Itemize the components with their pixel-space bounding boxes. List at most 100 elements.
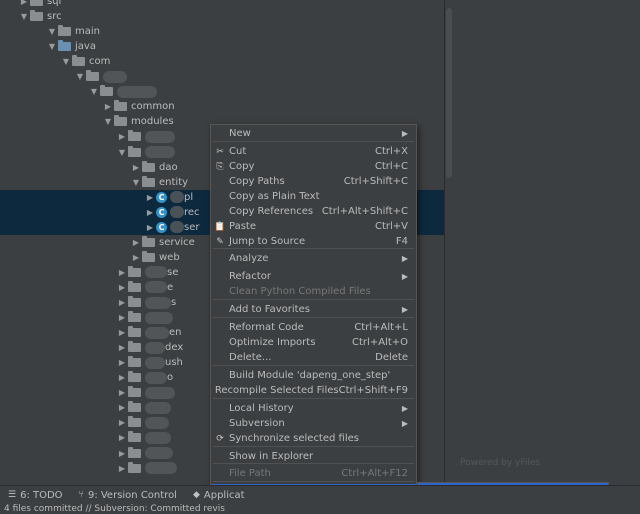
collapse-arrow-icon[interactable]: ▼	[102, 114, 114, 129]
menu-item-reformat-code[interactable]: Reformat Code Ctrl+Alt+L	[211, 320, 416, 335]
version-control-label: 9: Version Control	[87, 489, 177, 501]
menu-item-optimize-imports[interactable]: Optimize Imports Ctrl+Alt+O	[211, 335, 416, 350]
folder-icon	[72, 55, 85, 67]
tree-item[interactable]: ▼ com	[0, 54, 444, 69]
class-icon: C	[156, 191, 167, 203]
tree-item[interactable]: ▼	[0, 69, 444, 84]
expand-arrow-icon[interactable]: ▶	[116, 430, 128, 445]
tree-item[interactable]: ▼ java	[0, 39, 444, 54]
collapse-arrow-icon[interactable]: ▼	[46, 24, 58, 39]
expand-arrow-icon[interactable]: ▶	[116, 461, 128, 476]
menu-item-label: New	[229, 128, 251, 139]
tree-item[interactable]: ▶ common	[0, 99, 444, 114]
redacted-label	[103, 70, 127, 83]
expand-arrow-icon[interactable]: ▶	[116, 295, 128, 310]
expand-arrow-icon[interactable]: ▶	[116, 385, 128, 400]
collapse-arrow-icon[interactable]: ▼	[18, 9, 30, 24]
expand-arrow-icon[interactable]: ▶	[116, 129, 128, 144]
menu-item-delete[interactable]: Delete... Delete	[211, 350, 416, 365]
menu-item-label: Jump to Source	[229, 236, 306, 247]
menu-item-add-to-favorites[interactable]: Add to Favorites ▶	[211, 302, 416, 317]
tree-item-label: rec	[184, 206, 200, 218]
expand-arrow-icon[interactable]: ▶	[116, 340, 128, 355]
version-control-tab[interactable]: ⑂ 9: Version Control	[71, 490, 185, 501]
collapse-arrow-icon[interactable]: ▼	[130, 175, 142, 190]
tree-item-label: main	[75, 26, 100, 38]
menu-item-copy-as-plain-text[interactable]: Copy as Plain Text	[211, 189, 416, 204]
submenu-arrow-icon: ▶	[401, 254, 408, 263]
folder-icon	[86, 70, 99, 82]
tree-item-label: com	[89, 56, 111, 68]
folder-icon	[30, 0, 43, 6]
submenu-arrow-icon: ▶	[401, 129, 408, 138]
menu-item-shortcut: Ctrl+Shift+F9	[338, 385, 408, 396]
context-menu: New ▶ ✂ Cut Ctrl+X ⎘ Copy Ctrl+C Copy Paths Ctrl+…	[210, 124, 417, 514]
expand-arrow-icon[interactable]: ▶	[144, 190, 156, 205]
application-icon: ◆	[192, 490, 200, 500]
collapse-arrow-icon[interactable]: ▼	[46, 39, 58, 54]
expand-arrow-icon[interactable]: ▶	[116, 265, 128, 280]
collapse-arrow-icon[interactable]: ▼	[116, 145, 128, 160]
expand-arrow-icon[interactable]: ▶	[116, 355, 128, 370]
redacted-label	[145, 311, 173, 324]
expand-arrow-icon[interactable]: ▶	[116, 310, 128, 325]
menu-item-copy[interactable]: ⎘ Copy Ctrl+C	[211, 159, 416, 174]
menu-item-copy-references[interactable]: Copy References Ctrl+Alt+Shift+C	[211, 204, 416, 219]
folder-icon	[128, 431, 141, 443]
tree-item-label: pl	[184, 191, 194, 203]
expand-arrow-icon[interactable]: ▶	[116, 325, 128, 340]
menu-item-synchronize-selected-files[interactable]: ⟳ Synchronize selected files	[211, 431, 416, 446]
expand-arrow-icon[interactable]: ▶	[144, 220, 156, 235]
tree-item[interactable]: ▼ src	[0, 9, 444, 24]
expand-arrow-icon[interactable]: ▶	[130, 235, 142, 250]
expand-arrow-icon[interactable]: ▶	[116, 446, 128, 461]
menu-separator	[213, 481, 414, 482]
expand-arrow-icon[interactable]: ▶	[18, 0, 30, 9]
menu-item-cut[interactable]: ✂ Cut Ctrl+X	[211, 144, 416, 159]
menu-item-clean-python-compiled-files[interactable]: Clean Python Compiled Files	[211, 284, 416, 299]
collapse-arrow-icon[interactable]: ▼	[60, 54, 72, 69]
application-label: Applicat	[203, 489, 245, 501]
menu-item-label: Analyze	[229, 253, 269, 264]
tree-item[interactable]: ▼	[0, 84, 444, 99]
menu-item-build-module-dapeng-one-step[interactable]: Build Module 'dapeng_one_step'	[211, 368, 416, 383]
menu-item-recompile-selected-files[interactable]: Recompile Selected Files Ctrl+Shift+F9	[211, 383, 416, 398]
tree-item[interactable]: ▶ sql	[0, 0, 444, 9]
todo-icon: ☰	[8, 490, 17, 500]
tree-scrollbar[interactable]	[446, 8, 452, 178]
application-tab[interactable]: ◆ Applicat	[185, 490, 253, 501]
menu-item-new[interactable]: New ▶	[211, 126, 416, 141]
expand-arrow-icon[interactable]: ▶	[116, 280, 128, 295]
redacted-label	[170, 191, 184, 204]
menu-item-jump-to-source[interactable]: ✎ Jump to Source F4	[211, 234, 416, 249]
redacted-label	[117, 85, 157, 98]
expand-arrow-icon[interactable]: ▶	[102, 99, 114, 114]
tree-item-label: common	[131, 101, 175, 113]
todo-tab[interactable]: ☰ 6: TODO	[0, 490, 71, 501]
menu-item-file-path[interactable]: File Path Ctrl+Alt+F12	[211, 466, 416, 481]
collapse-arrow-icon[interactable]: ▼	[74, 69, 86, 84]
expand-arrow-icon[interactable]: ▶	[130, 160, 142, 175]
expand-arrow-icon[interactable]: ▶	[116, 415, 128, 430]
bottom-toolbar: ☰ 6: TODO ⑂ 9: Version Control ◆ Applica…	[0, 485, 640, 504]
menu-item-copy-paths[interactable]: Copy Paths Ctrl+Shift+C	[211, 174, 416, 189]
menu-item-shortcut: Ctrl+Alt+L	[354, 322, 408, 333]
tree-item[interactable]: ▼ main	[0, 24, 444, 39]
expand-arrow-icon[interactable]: ▶	[144, 205, 156, 220]
menu-item-local-history[interactable]: Local History ▶	[211, 401, 416, 416]
menu-item-refactor[interactable]: Refactor ▶	[211, 269, 416, 284]
menu-item-label: File Path	[229, 468, 271, 479]
menu-item-subversion[interactable]: Subversion ▶	[211, 416, 416, 431]
redacted-label	[145, 447, 173, 459]
expand-arrow-icon[interactable]: ▶	[116, 370, 128, 385]
menu-separator	[213, 446, 414, 447]
collapse-arrow-icon[interactable]: ▼	[88, 84, 100, 99]
menu-item-analyze[interactable]: Analyze ▶	[211, 251, 416, 266]
menu-item-show-in-explorer[interactable]: Show in Explorer	[211, 449, 416, 464]
menu-item-label: Add to Favorites	[229, 304, 310, 315]
redacted-label	[145, 130, 175, 143]
menu-item-paste[interactable]: 📋 Paste Ctrl+V	[211, 219, 416, 234]
expand-arrow-icon[interactable]: ▶	[116, 400, 128, 415]
expand-arrow-icon[interactable]: ▶	[130, 250, 142, 265]
menu-item-icon: ✎	[216, 236, 224, 247]
